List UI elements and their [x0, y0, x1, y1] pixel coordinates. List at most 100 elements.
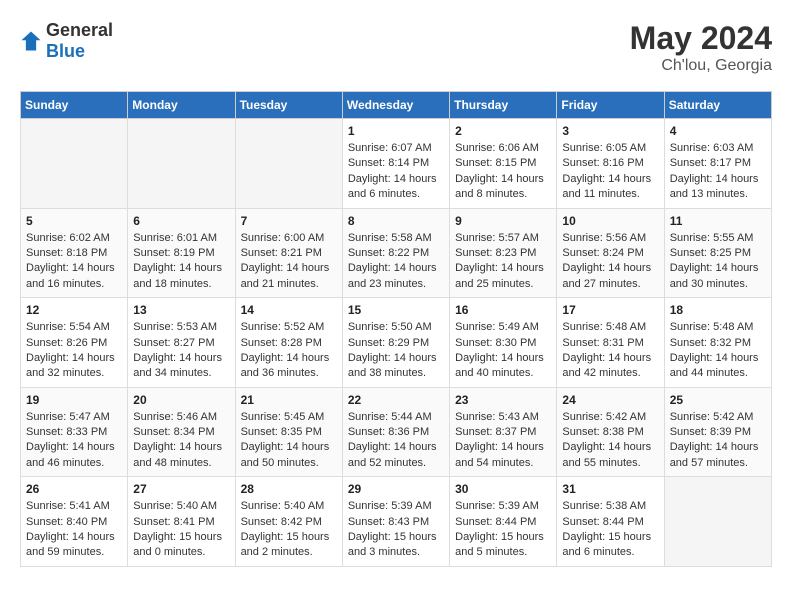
day-number: 9	[455, 214, 551, 228]
calendar-cell: 16 Sunrise: 5:49 AMSunset: 8:30 PMDayligh…	[450, 298, 557, 388]
day-number: 3	[562, 124, 658, 138]
calendar-cell	[128, 119, 235, 209]
calendar-cell: 22Sunrise: 5:44 AMSunset: 8:36 PMDayligh…	[342, 387, 449, 477]
day-number: 2	[455, 124, 551, 138]
day-number: 6	[133, 214, 229, 228]
day-info: Sunrise: 5:49 AMSunset: 8:30 PMDaylight:…	[455, 320, 551, 382]
month-title: May 2024	[630, 20, 772, 57]
calendar-cell	[235, 119, 342, 209]
calendar-cell: 12 Sunrise: 5:54 AMSunset: 8:26 PMDayligh…	[21, 298, 128, 388]
day-number: 17	[562, 303, 658, 317]
day-info: Sunrise: 5:40 AMSunset: 8:41 PMDaylight:…	[133, 499, 229, 561]
day-info: Sunrise: 5:38 AMSunset: 8:44 PMDaylight:…	[562, 499, 658, 561]
calendar-cell: 20 Sunrise: 5:46 AMSunset: 8:34 PMDayligh…	[128, 387, 235, 477]
calendar-cell: 8Sunrise: 5:58 AMSunset: 8:22 PMDaylight…	[342, 208, 449, 298]
logo: General Blue	[20, 20, 113, 62]
day-info: Sunrise: 5:47 AMSunset: 8:33 PMDaylight:…	[26, 410, 122, 472]
day-number: 27	[133, 482, 229, 496]
calendar-cell: 21Sunrise: 5:45 AMSunset: 8:35 PMDayligh…	[235, 387, 342, 477]
calendar-cell: 4 Sunrise: 6:03 AMSunset: 8:17 PMDaylight…	[664, 119, 771, 209]
day-info: Sunrise: 6:05 AMSunset: 8:16 PMDaylight:…	[562, 141, 658, 203]
day-info: Sunrise: 5:48 AMSunset: 8:32 PMDaylight:…	[670, 320, 766, 382]
day-info: Sunrise: 5:48 AMSunset: 8:31 PMDaylight:…	[562, 320, 658, 382]
calendar-table: SundayMondayTuesdayWednesdayThursdayFrid…	[20, 91, 772, 567]
day-number: 12	[26, 303, 122, 317]
day-number: 15	[348, 303, 444, 317]
day-number: 16	[455, 303, 551, 317]
page-header: General Blue May 2024 Ch'lou, Georgia	[20, 20, 772, 75]
day-info: Sunrise: 5:57 AMSunset: 8:23 PMDaylight:…	[455, 231, 551, 293]
calendar-cell: 18 Sunrise: 5:48 AMSunset: 8:32 PMDayligh…	[664, 298, 771, 388]
week-row-2: 5 Sunrise: 6:02 AMSunset: 8:18 PMDaylight…	[21, 208, 772, 298]
day-header-friday: Friday	[557, 92, 664, 119]
day-number: 11	[670, 214, 766, 228]
day-number: 7	[241, 214, 337, 228]
day-info: Sunrise: 6:02 AMSunset: 8:18 PMDaylight:…	[26, 231, 122, 293]
calendar-cell: 1 Sunrise: 6:07 AMSunset: 8:14 PMDaylight…	[342, 119, 449, 209]
day-info: Sunrise: 6:01 AMSunset: 8:19 PMDaylight:…	[133, 231, 229, 293]
day-header-thursday: Thursday	[450, 92, 557, 119]
day-info: Sunrise: 5:44 AMSunset: 8:36 PMDaylight:…	[348, 410, 444, 472]
day-info: Sunrise: 5:46 AMSunset: 8:34 PMDaylight:…	[133, 410, 229, 472]
calendar-cell	[21, 119, 128, 209]
calendar-cell: 28Sunrise: 5:40 AMSunset: 8:42 PMDayligh…	[235, 477, 342, 567]
title-block: May 2024 Ch'lou, Georgia	[630, 20, 772, 75]
day-info: Sunrise: 6:00 AMSunset: 8:21 PMDaylight:…	[241, 231, 337, 293]
logo-blue-text: Blue	[46, 41, 85, 61]
day-number: 28	[241, 482, 337, 496]
day-info: Sunrise: 6:06 AMSunset: 8:15 PMDaylight:…	[455, 141, 551, 203]
logo-icon	[20, 30, 42, 52]
calendar-cell: 6 Sunrise: 6:01 AMSunset: 8:19 PMDaylight…	[128, 208, 235, 298]
day-number: 14	[241, 303, 337, 317]
calendar-cell: 26Sunrise: 5:41 AMSunset: 8:40 PMDayligh…	[21, 477, 128, 567]
day-info: Sunrise: 6:03 AMSunset: 8:17 PMDaylight:…	[670, 141, 766, 203]
day-header-wednesday: Wednesday	[342, 92, 449, 119]
day-info: Sunrise: 5:54 AMSunset: 8:26 PMDaylight:…	[26, 320, 122, 382]
day-header-saturday: Saturday	[664, 92, 771, 119]
calendar-cell: 2 Sunrise: 6:06 AMSunset: 8:15 PMDaylight…	[450, 119, 557, 209]
day-number: 10	[562, 214, 658, 228]
calendar-cell: 15 Sunrise: 5:50 AMSunset: 8:29 PMDayligh…	[342, 298, 449, 388]
day-number: 29	[348, 482, 444, 496]
calendar-cell: 11Sunrise: 5:55 AMSunset: 8:25 PMDayligh…	[664, 208, 771, 298]
day-number: 5	[26, 214, 122, 228]
calendar-cell: 17 Sunrise: 5:48 AMSunset: 8:31 PMDayligh…	[557, 298, 664, 388]
day-number: 25	[670, 393, 766, 407]
calendar-cell: 24Sunrise: 5:42 AMSunset: 8:38 PMDayligh…	[557, 387, 664, 477]
week-row-5: 26Sunrise: 5:41 AMSunset: 8:40 PMDayligh…	[21, 477, 772, 567]
day-info: Sunrise: 5:56 AMSunset: 8:24 PMDaylight:…	[562, 231, 658, 293]
calendar-cell: 13Sunrise: 5:53 AMSunset: 8:27 PMDayligh…	[128, 298, 235, 388]
day-info: Sunrise: 5:43 AMSunset: 8:37 PMDaylight:…	[455, 410, 551, 472]
day-number: 4	[670, 124, 766, 138]
week-row-3: 12 Sunrise: 5:54 AMSunset: 8:26 PMDayligh…	[21, 298, 772, 388]
calendar-cell: 5 Sunrise: 6:02 AMSunset: 8:18 PMDaylight…	[21, 208, 128, 298]
day-info: Sunrise: 5:39 AMSunset: 8:44 PMDaylight:…	[455, 499, 551, 561]
calendar-cell: 3 Sunrise: 6:05 AMSunset: 8:16 PMDaylight…	[557, 119, 664, 209]
day-number: 18	[670, 303, 766, 317]
calendar-cell: 25 Sunrise: 5:42 AMSunset: 8:39 PMDayligh…	[664, 387, 771, 477]
day-number: 19	[26, 393, 122, 407]
day-info: Sunrise: 5:42 AMSunset: 8:39 PMDaylight:…	[670, 410, 766, 472]
day-number: 1	[348, 124, 444, 138]
day-number: 31	[562, 482, 658, 496]
day-info: Sunrise: 6:07 AMSunset: 8:14 PMDaylight:…	[348, 141, 444, 203]
calendar-cell: 29Sunrise: 5:39 AMSunset: 8:43 PMDayligh…	[342, 477, 449, 567]
week-row-1: 1 Sunrise: 6:07 AMSunset: 8:14 PMDaylight…	[21, 119, 772, 209]
day-number: 20	[133, 393, 229, 407]
day-number: 26	[26, 482, 122, 496]
calendar-cell: 7 Sunrise: 6:00 AMSunset: 8:21 PMDaylight…	[235, 208, 342, 298]
day-header-sunday: Sunday	[21, 92, 128, 119]
day-info: Sunrise: 5:45 AMSunset: 8:35 PMDaylight:…	[241, 410, 337, 472]
location-title: Ch'lou, Georgia	[630, 57, 772, 75]
day-info: Sunrise: 5:53 AMSunset: 8:27 PMDaylight:…	[133, 320, 229, 382]
calendar-cell: 27 Sunrise: 5:40 AMSunset: 8:41 PMDayligh…	[128, 477, 235, 567]
day-info: Sunrise: 5:42 AMSunset: 8:38 PMDaylight:…	[562, 410, 658, 472]
day-info: Sunrise: 5:52 AMSunset: 8:28 PMDaylight:…	[241, 320, 337, 382]
week-row-4: 19 Sunrise: 5:47 AMSunset: 8:33 PMDayligh…	[21, 387, 772, 477]
calendar-header-row: SundayMondayTuesdayWednesdayThursdayFrid…	[21, 92, 772, 119]
day-header-tuesday: Tuesday	[235, 92, 342, 119]
calendar-cell: 30Sunrise: 5:39 AMSunset: 8:44 PMDayligh…	[450, 477, 557, 567]
calendar-cell: 23Sunrise: 5:43 AMSunset: 8:37 PMDayligh…	[450, 387, 557, 477]
day-info: Sunrise: 5:50 AMSunset: 8:29 PMDaylight:…	[348, 320, 444, 382]
calendar-cell: 9 Sunrise: 5:57 AMSunset: 8:23 PMDaylight…	[450, 208, 557, 298]
